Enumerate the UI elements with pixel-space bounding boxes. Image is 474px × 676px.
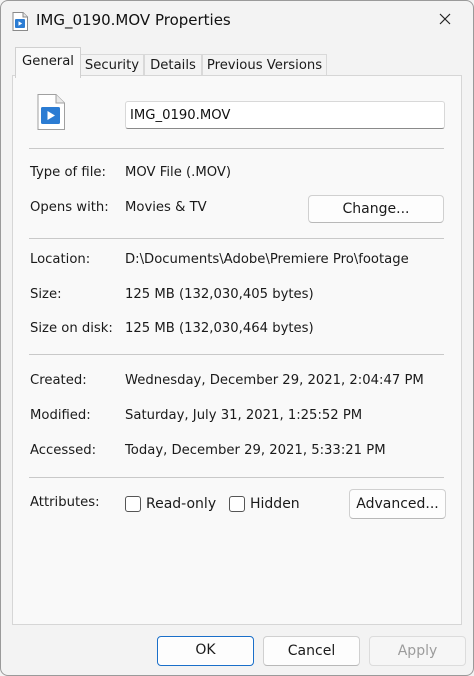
created-value: Wednesday, December 29, 2021, 2:04:47 PM	[125, 373, 424, 388]
accessed-value: Today, December 29, 2021, 5:33:21 PM	[125, 443, 386, 458]
general-tab-panel	[12, 75, 462, 625]
size-on-disk-label: Size on disk:	[30, 321, 113, 336]
opens-with-label: Opens with:	[30, 200, 109, 215]
apply-button[interactable]: Apply	[369, 636, 466, 666]
accessed-label: Accessed:	[30, 443, 97, 458]
hidden-checkbox[interactable]	[229, 496, 245, 512]
video-file-icon	[12, 12, 28, 31]
location-value: D:\Documents\Adobe\Premiere Pro\footage	[125, 252, 409, 267]
advanced-button[interactable]: Advanced...	[349, 489, 446, 519]
properties-dialog: IMG_0190.MOV Properties General Security…	[0, 0, 474, 676]
size-value: 125 MB (132,030,405 bytes)	[125, 287, 314, 302]
separator	[29, 477, 444, 478]
title-bar: IMG_0190.MOV Properties	[1, 1, 473, 41]
attributes-label: Attributes:	[30, 495, 100, 510]
read-only-checkbox[interactable]	[125, 496, 141, 512]
cancel-button[interactable]: Cancel	[263, 636, 360, 666]
size-label: Size:	[30, 287, 62, 302]
modified-value: Saturday, July 31, 2021, 1:25:52 PM	[125, 408, 363, 423]
separator	[29, 238, 444, 239]
location-label: Location:	[30, 252, 91, 267]
window-title: IMG_0190.MOV Properties	[36, 11, 231, 29]
change-button[interactable]: Change...	[308, 195, 444, 223]
separator	[29, 148, 444, 149]
video-file-icon	[37, 94, 65, 130]
tab-general[interactable]: General	[15, 47, 81, 78]
created-label: Created:	[30, 373, 87, 388]
type-of-file-value: MOV File (.MOV)	[125, 165, 232, 180]
modified-label: Modified:	[30, 408, 91, 423]
ok-button[interactable]: OK	[157, 636, 254, 666]
size-on-disk-value: 125 MB (132,030,464 bytes)	[125, 321, 314, 336]
opens-with-value: Movies & TV	[125, 200, 207, 215]
separator	[29, 354, 444, 355]
file-name-input[interactable]	[125, 101, 445, 129]
type-of-file-label: Type of file:	[30, 165, 106, 180]
close-button[interactable]	[429, 7, 461, 35]
close-icon	[439, 13, 451, 29]
hidden-label[interactable]: Hidden	[250, 496, 300, 512]
tab-previous-versions[interactable]: Previous Versions	[202, 54, 327, 77]
tab-security[interactable]: Security	[80, 54, 144, 77]
tab-details[interactable]: Details	[144, 54, 202, 77]
read-only-label[interactable]: Read-only	[146, 496, 216, 512]
